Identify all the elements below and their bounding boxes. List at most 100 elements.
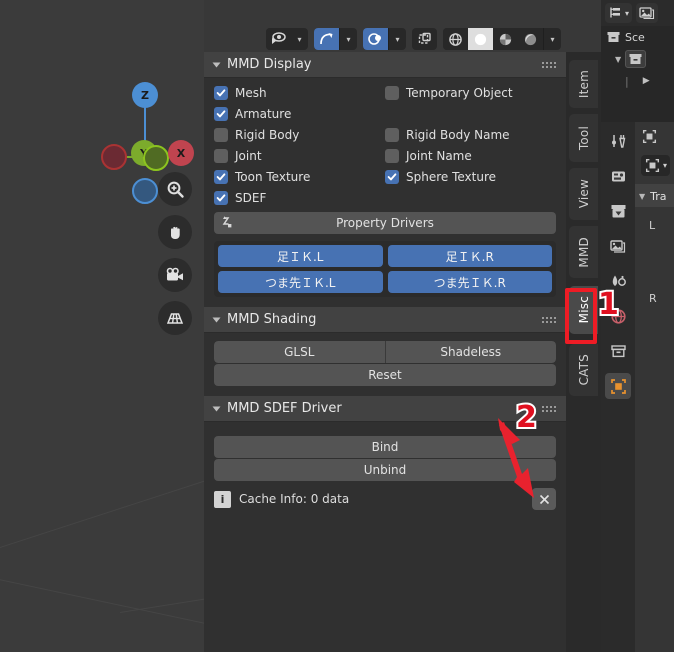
view-layer-tab[interactable] bbox=[605, 233, 631, 259]
unbind-button[interactable]: Unbind bbox=[214, 459, 556, 481]
checkbox-sphere-texture[interactable]: Sphere Texture bbox=[385, 170, 556, 184]
shadeless-button[interactable]: Shadeless bbox=[384, 341, 556, 363]
checkbox-toon-texture[interactable]: Toon Texture bbox=[214, 170, 385, 184]
visibility-eye-icon[interactable] bbox=[266, 28, 291, 50]
sidebar-item-tool[interactable]: Tool bbox=[569, 114, 598, 162]
reset-button[interactable]: Reset bbox=[214, 364, 556, 386]
collection-icon bbox=[629, 54, 642, 64]
gizmo-neg-y-ball[interactable] bbox=[143, 145, 169, 171]
checkbox-armature[interactable]: Armature bbox=[214, 107, 385, 121]
gizmo-x-ball[interactable]: X bbox=[168, 140, 194, 166]
solid-shading-icon[interactable] bbox=[468, 28, 493, 50]
checkbox-temporary-object[interactable]: Temporary Object bbox=[385, 86, 556, 100]
image-icon[interactable] bbox=[636, 3, 659, 23]
checkbox-rigid-body[interactable]: Rigid Body bbox=[214, 128, 385, 142]
outliner-child-row[interactable]: | ▶ bbox=[601, 70, 674, 92]
chevron-down-icon[interactable]: ▾ bbox=[544, 28, 561, 50]
checkbox-joint-name[interactable]: Joint Name bbox=[385, 149, 556, 163]
checkbox-rigid-body-name[interactable]: Rigid Body Name bbox=[385, 128, 556, 142]
tab-label: Tool bbox=[576, 125, 591, 151]
checkbox-box[interactable] bbox=[385, 86, 399, 100]
checkbox-label: Sphere Texture bbox=[406, 170, 497, 184]
grip-dots-icon[interactable] bbox=[542, 316, 556, 323]
mmd-sdef-driver-header[interactable]: MMD SDEF Driver bbox=[204, 396, 566, 422]
checkbox-label: Joint bbox=[235, 149, 262, 163]
sidebar-item-item[interactable]: Item bbox=[569, 60, 598, 108]
checkbox-row: Toon Texture Sphere Texture bbox=[214, 170, 556, 184]
snap-magnet-icon[interactable] bbox=[314, 28, 339, 50]
chevron-down-icon[interactable]: ▾ bbox=[389, 28, 406, 50]
gizmo-z-ball[interactable]: Z bbox=[132, 82, 158, 108]
checkbox-box[interactable] bbox=[385, 128, 399, 142]
viewport-nav-buttons[interactable] bbox=[158, 172, 192, 335]
rendered-shading-icon[interactable] bbox=[518, 28, 543, 50]
material-preview-icon[interactable] bbox=[493, 28, 518, 50]
render-tab[interactable] bbox=[605, 163, 631, 189]
checkbox-box[interactable] bbox=[214, 86, 228, 100]
gizmo-neg-z-ball[interactable] bbox=[132, 178, 158, 204]
checkbox-box[interactable] bbox=[214, 191, 228, 205]
mmd-display-header[interactable]: MMD Display bbox=[204, 52, 566, 78]
object-icon bbox=[642, 129, 657, 144]
bind-button[interactable]: Bind bbox=[214, 436, 556, 458]
object-tab[interactable] bbox=[605, 373, 631, 399]
checkbox-box[interactable] bbox=[385, 170, 399, 184]
zoom-icon[interactable] bbox=[158, 172, 192, 206]
checkbox-box[interactable] bbox=[385, 149, 399, 163]
sidebar-item-misc[interactable]: Misc bbox=[569, 286, 598, 334]
collection-icon-wrap[interactable] bbox=[625, 50, 647, 68]
tool-tab[interactable] bbox=[605, 128, 631, 154]
ik-button-leg-l[interactable]: 足ＩＫ.L bbox=[218, 245, 383, 267]
grid-perspective-icon[interactable] bbox=[158, 301, 192, 335]
gizmo-neg-x-ball[interactable] bbox=[101, 144, 127, 170]
checkbox-joint[interactable]: Joint bbox=[214, 149, 385, 163]
checkbox-mesh[interactable]: Mesh bbox=[214, 86, 385, 100]
expand-triangle-icon[interactable]: ▶ bbox=[643, 76, 650, 86]
outliner-scene-row[interactable]: Sce bbox=[601, 26, 674, 48]
object-selector[interactable]: ▾ bbox=[635, 145, 674, 176]
output-tab[interactable] bbox=[605, 198, 631, 224]
collection-tab[interactable] bbox=[605, 338, 631, 364]
navigation-gizmo[interactable]: Y Z X bbox=[92, 68, 202, 204]
mmd-shading-header[interactable]: MMD Shading bbox=[204, 307, 566, 333]
grip-dots-icon[interactable] bbox=[542, 405, 556, 412]
editor-type-selector[interactable]: ▾ bbox=[605, 3, 633, 23]
close-icon[interactable] bbox=[532, 488, 556, 510]
pan-hand-icon[interactable] bbox=[158, 215, 192, 249]
snap-group[interactable]: ▾ bbox=[314, 28, 357, 50]
chevron-down-icon: ▾ bbox=[625, 8, 630, 18]
ik-button-toe-l[interactable]: つま先ＩＫ.L bbox=[218, 271, 383, 293]
sidebar-item-mmd[interactable]: MMD bbox=[569, 226, 598, 278]
grip-dots-icon[interactable] bbox=[542, 61, 556, 68]
shading-mode-group[interactable]: ▾ bbox=[443, 28, 561, 50]
checkbox-box[interactable] bbox=[214, 170, 228, 184]
tab-label: MMD bbox=[576, 236, 591, 268]
ik-button-toe-r[interactable]: つま先ＩＫ.R bbox=[387, 271, 552, 293]
checkbox-sdef[interactable]: SDEF bbox=[214, 191, 385, 205]
overlays-group[interactable] bbox=[412, 28, 437, 50]
ik-button-leg-r[interactable]: 足ＩＫ.R bbox=[387, 245, 552, 267]
outliner-body[interactable]: Sce ▼ | ▶ bbox=[601, 26, 674, 122]
outliner-collection-row[interactable]: ▼ bbox=[601, 48, 674, 70]
wireframe-shading-icon[interactable] bbox=[443, 28, 468, 50]
proportional-edit-icon[interactable] bbox=[363, 28, 388, 50]
sidebar-item-view[interactable]: View bbox=[569, 168, 598, 220]
disclosure-triangle-icon[interactable]: ▼ bbox=[639, 192, 645, 201]
disclosure-triangle-icon[interactable] bbox=[212, 406, 221, 411]
proportional-edit-group[interactable]: ▾ bbox=[363, 28, 406, 50]
property-drivers-button[interactable]: Property Drivers bbox=[214, 212, 556, 234]
glsl-button[interactable]: GLSL bbox=[214, 341, 385, 363]
transform-panel-header[interactable]: ▼ Tra bbox=[635, 184, 674, 207]
chevron-down-icon[interactable]: ▾ bbox=[291, 28, 308, 50]
sidebar-item-cats[interactable]: CATS bbox=[569, 344, 598, 396]
disclosure-triangle-icon[interactable]: ▼ bbox=[615, 55, 621, 64]
camera-icon[interactable] bbox=[158, 258, 192, 292]
disclosure-triangle-icon[interactable] bbox=[212, 317, 221, 322]
checkbox-box[interactable] bbox=[214, 128, 228, 142]
checkbox-box[interactable] bbox=[214, 107, 228, 121]
chevron-down-icon[interactable]: ▾ bbox=[340, 28, 357, 50]
disclosure-triangle-icon[interactable] bbox=[212, 62, 221, 67]
overlays-icon[interactable] bbox=[412, 28, 437, 50]
visibility-group[interactable]: ▾ bbox=[266, 28, 308, 50]
checkbox-box[interactable] bbox=[214, 149, 228, 163]
